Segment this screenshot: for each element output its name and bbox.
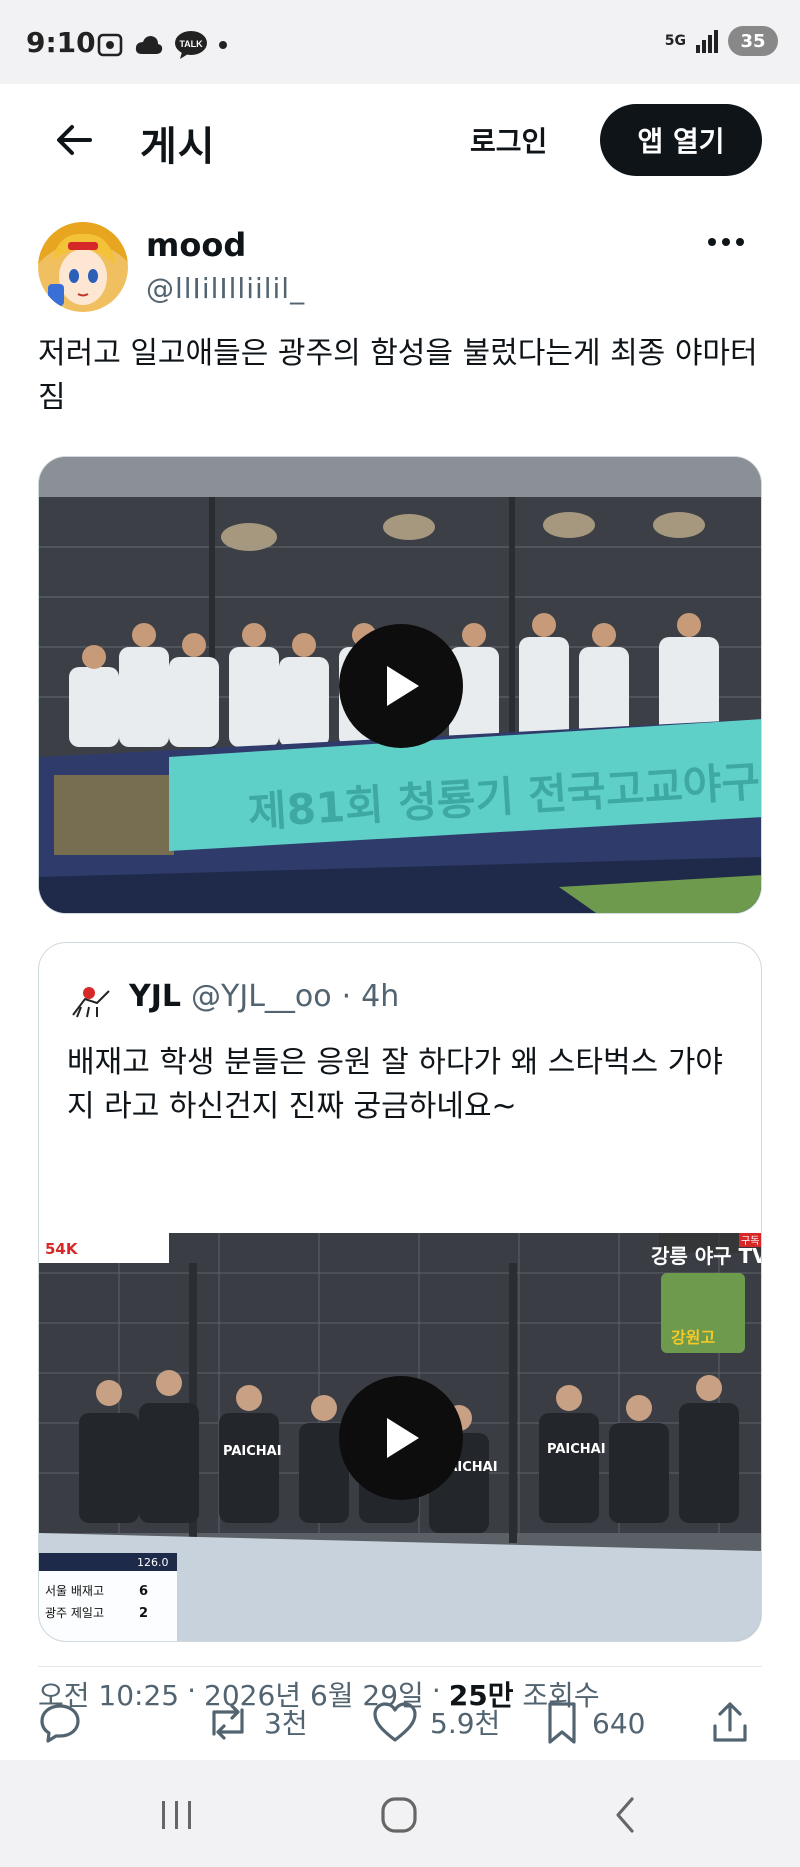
bookmark-icon — [548, 1702, 576, 1744]
retweet-icon — [212, 1704, 244, 1740]
post-page: 게시 로그인 앱 열기 mood @llIilIlliilil_ 저러고 일고애… — [0, 84, 800, 1760]
login-button[interactable]: 로그인 — [470, 120, 547, 160]
share-button[interactable] — [710, 1700, 750, 1744]
chevron-left-icon — [616, 1797, 634, 1833]
pitch-speed: 126.0 — [137, 1556, 169, 1569]
like-count: 5.9천 — [430, 1707, 501, 1740]
play-icon — [387, 666, 419, 706]
quoted-post-time: 4h — [361, 979, 400, 1014]
quoted-author-avatar[interactable] — [67, 977, 115, 1025]
post-video[interactable]: 제81회 청룡기 전국고교야구선수권대 — [38, 456, 762, 914]
divider — [38, 1666, 762, 1667]
author-handle[interactable]: @llIilIlliilil_ — [146, 272, 305, 305]
retweet-count: 3천 — [264, 1707, 308, 1740]
battery-indicator: 35 — [728, 26, 778, 56]
network-type: 5G — [664, 33, 686, 49]
quoted-post-text: 배재고 학생 분들은 응원 잘 하다가 왜 스타벅스 가야지 라고 하신건지 진… — [67, 1045, 723, 1124]
action-bar: 3천 5.9천 640 — [0, 1688, 800, 1758]
recent-apps-button[interactable] — [152, 1790, 202, 1840]
signal-icon — [696, 30, 718, 53]
like-button[interactable]: 5.9천 — [372, 1700, 500, 1744]
arrow-left-icon — [57, 125, 92, 155]
channel-name: 강릉 야구 TV — [651, 1244, 762, 1268]
quoted-video[interactable]: PAICHAIPAICHAIPAICHAIPAICHAI 54K 구독 강릉 야… — [39, 1233, 762, 1641]
quoted-author-handle[interactable]: @YJL__oo — [191, 979, 332, 1014]
share-icon — [713, 1702, 747, 1742]
play-button[interactable] — [339, 624, 463, 748]
status-right-icons: 5G 35 — [665, 26, 778, 56]
author-name[interactable]: mood — [146, 226, 246, 264]
quoted-play-button[interactable] — [339, 1376, 463, 1500]
retweet-button[interactable]: 3천 — [204, 1700, 308, 1744]
play-icon — [387, 1418, 419, 1458]
page-title: 게시 — [140, 124, 216, 170]
screenshot-icon — [97, 33, 123, 57]
talk-icon: TALK — [175, 31, 207, 59]
system-back-button[interactable] — [600, 1790, 650, 1840]
svg-text:TALK: TALK — [179, 39, 203, 49]
school-label: 강원고 — [671, 1328, 715, 1347]
score-value1: 6 — [139, 1584, 148, 1599]
quoted-post[interactable]: YJL @YJL__oo · 4h 배재고 학생 분들은 응원 잘 하다가 왜 … — [38, 942, 762, 1642]
bookmark-button[interactable]: 640 — [544, 1700, 645, 1746]
svg-text:PAICHAI: PAICHAI — [547, 1442, 606, 1457]
home-icon — [381, 1797, 417, 1833]
score-team2: 광주 제일고 — [45, 1606, 104, 1620]
score-team1: 서울 배재고 — [45, 1584, 104, 1598]
author-avatar[interactable] — [38, 222, 128, 312]
dot-icon — [219, 41, 227, 49]
status-time: 9:10 — [26, 26, 96, 59]
home-button[interactable] — [374, 1790, 424, 1840]
status-left-icons: TALK — [96, 30, 228, 60]
status-bar: 9:10 TALK 5G 35 — [0, 0, 800, 84]
reply-button[interactable] — [38, 1700, 82, 1744]
cloud-icon — [135, 36, 163, 54]
score-value2: 2 — [139, 1606, 148, 1621]
quoted-author-name[interactable]: YJL — [129, 979, 181, 1014]
svg-text:PAICHAI: PAICHAI — [223, 1444, 282, 1459]
separator-dot: · — [341, 979, 352, 1014]
svg-text:54K: 54K — [45, 1240, 79, 1258]
post-text: 저러고 일고애들은 광주의 함성을 불렀다는게 최종 야마터짐 — [38, 336, 758, 415]
back-button[interactable] — [52, 120, 96, 160]
bookmark-count: 640 — [592, 1706, 646, 1740]
reply-icon — [40, 1704, 80, 1743]
recent-apps-icon — [162, 1801, 191, 1829]
ellipsis-icon — [708, 238, 744, 246]
heart-icon — [373, 1702, 417, 1742]
quoted-author-meta: YJL @YJL__oo · 4h — [129, 979, 399, 1014]
system-nav-bar — [0, 1760, 800, 1867]
top-header: 게시 로그인 앱 열기 — [0, 84, 800, 194]
open-app-button[interactable]: 앱 열기 — [600, 104, 762, 176]
more-options-button[interactable] — [706, 232, 746, 252]
